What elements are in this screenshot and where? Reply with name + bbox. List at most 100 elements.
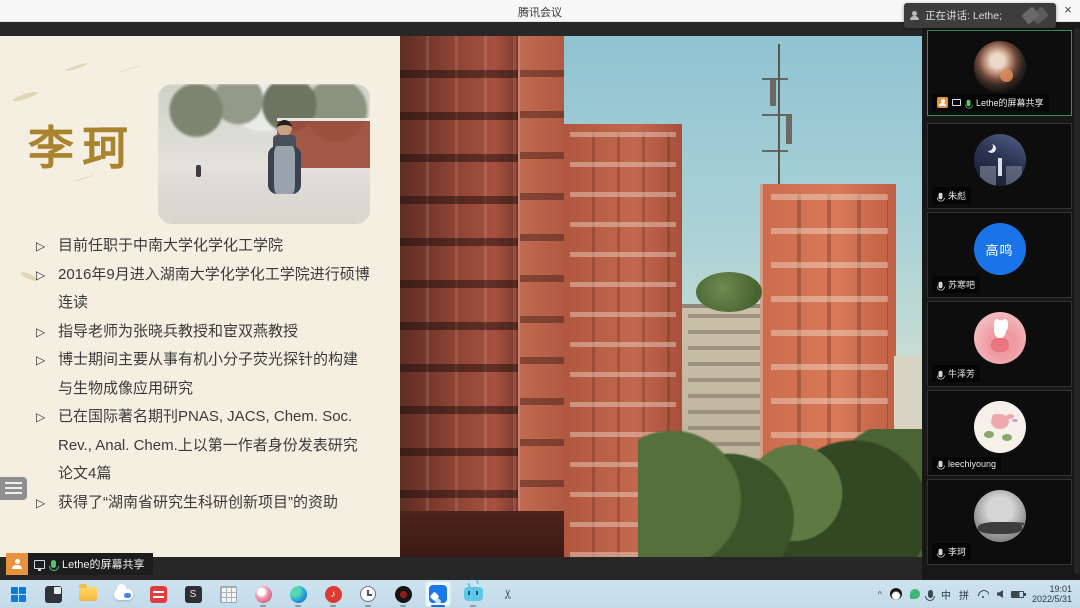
list-item: ▷ 博士期间主要从事有机小分子荧光探针的构建与生物成像应用研究 xyxy=(36,346,372,403)
microphone-tray-icon[interactable] xyxy=(928,590,933,598)
microphone-icon xyxy=(967,99,971,105)
photo-building xyxy=(400,36,518,557)
share-label-text: Lethe的屏幕共享 xyxy=(62,556,145,572)
microphone-icon xyxy=(51,560,56,568)
participant-name: 苏寒吧 xyxy=(948,278,975,291)
snipping-tool-icon[interactable]: ✂ xyxy=(495,581,521,607)
bullet-text: 目前任职于中南大学化学化工学院 xyxy=(58,232,372,261)
speaking-banner: 正在讲话: Lethe; xyxy=(904,3,1056,28)
screen-recorder-icon[interactable] xyxy=(390,581,416,607)
share-label-body: Lethe的屏幕共享 xyxy=(28,553,153,575)
bullet-marker: ▷ xyxy=(36,403,58,489)
slide-menu-icon[interactable] xyxy=(0,477,27,500)
cloud-drive-icon[interactable] xyxy=(110,581,136,607)
clock-widget-icon[interactable] xyxy=(355,581,381,607)
pink-circle-app-icon[interactable] xyxy=(250,581,276,607)
participant-name-tag: 朱彪 xyxy=(932,187,971,204)
speaking-text: 正在讲话: Lethe; xyxy=(925,8,1002,23)
bullet-text: 2016年9月进入湖南大学化学化工学院进行硕博连读 xyxy=(58,261,372,318)
avatar xyxy=(974,490,1026,542)
meeting-logo-icon xyxy=(1024,9,1050,23)
ime-indicator[interactable]: 拼 xyxy=(959,587,969,602)
bullet-marker: ▷ xyxy=(36,489,58,518)
participant-name: 牛泽芳 xyxy=(948,367,975,380)
campus-photo xyxy=(400,36,922,557)
slide-title: 李珂 xyxy=(28,112,136,178)
slide-decoration xyxy=(12,90,38,103)
avatar xyxy=(974,41,1026,93)
photo-foreground xyxy=(400,511,564,557)
speaker-icon xyxy=(910,11,919,20)
microphone-icon xyxy=(939,461,943,467)
screen-icon xyxy=(952,99,961,106)
list-item: ▷ 目前任职于中南大学化学化工学院 xyxy=(36,232,372,261)
screen-share-label: Lethe的屏幕共享 xyxy=(6,553,153,575)
photo-tree xyxy=(696,272,762,312)
grid-app-icon[interactable] xyxy=(215,581,241,607)
bullet-text: 指导老师为张晓兵教授和宦双燕教授 xyxy=(58,318,372,347)
list-item: ▷ 2016年9月进入湖南大学化学化工学院进行硕博连读 xyxy=(36,261,372,318)
avatar-initials: 高鸣 xyxy=(985,240,1013,259)
bullet-marker: ▷ xyxy=(36,346,58,403)
microphone-icon xyxy=(939,192,943,198)
participant-tile[interactable]: Lethe的屏幕共享 xyxy=(927,30,1072,116)
tencent-meeting-icon[interactable] xyxy=(425,581,451,607)
participants-sidebar: Lethe的屏幕共享 朱彪 高鸣 苏寒吧 牛泽芳 xyxy=(922,22,1080,580)
red-notes-app-icon[interactable] xyxy=(145,581,171,607)
avatar: 高鸣 xyxy=(974,223,1026,275)
participant-name-tag: 牛泽芳 xyxy=(932,365,980,382)
bullet-list: ▷ 目前任职于中南大学化学化工学院 ▷ 2016年9月进入湖南大学化学化工学院进… xyxy=(36,232,372,517)
tray-time: 19:01 xyxy=(1032,584,1072,594)
photo-walker xyxy=(196,165,201,177)
participant-name-tag: 苏寒吧 xyxy=(932,276,980,293)
participant-tile[interactable]: 牛泽芳 xyxy=(927,301,1072,387)
presenter-badge xyxy=(6,553,28,575)
netease-music-icon[interactable]: ♪ xyxy=(320,581,346,607)
system-tray: ^ 中 拼 19:01 2022/5/31 xyxy=(878,584,1080,605)
taskbar-clock[interactable]: 19:01 2022/5/31 xyxy=(1032,584,1072,605)
sidebar-scrollbar[interactable] xyxy=(1074,28,1080,574)
input-language-indicator[interactable]: 中 xyxy=(941,587,951,602)
volume-icon[interactable] xyxy=(997,590,1003,598)
windows-start-icon[interactable] xyxy=(5,581,31,607)
qq-tray-icon[interactable] xyxy=(890,588,902,600)
battery-icon[interactable] xyxy=(1011,591,1024,598)
person-icon xyxy=(12,559,22,569)
participant-tile[interactable]: 高鸣 苏寒吧 xyxy=(927,212,1072,298)
shared-screen-area: 李珂 ▷ 目前任职于中南大学化学化工学院 ▷ 2016年9月进入湖南大学化学化工… xyxy=(0,22,922,580)
tencent-meeting-window: 腾讯会议 × 正在讲话: Lethe; 李珂 ▷ xyxy=(0,0,1080,608)
list-item: ▷ 已在国际著名期刊PNAS, JACS, Chem. Soc. Rev., A… xyxy=(36,403,372,489)
bilibili-icon[interactable] xyxy=(460,581,486,607)
photo-trees xyxy=(638,429,922,557)
wifi-icon[interactable] xyxy=(977,590,989,599)
tray-date: 2022/5/31 xyxy=(1032,594,1072,604)
portrait-photo xyxy=(158,84,370,224)
avatar xyxy=(974,312,1026,364)
participant-name: 李珂 xyxy=(948,545,966,558)
taskbar-apps: S ♪ ✂ xyxy=(0,581,521,607)
participant-name-tag: leechiyoung xyxy=(932,457,1001,471)
participant-tile[interactable]: 朱彪 xyxy=(927,123,1072,209)
microphone-icon xyxy=(939,548,943,554)
edge-browser-icon[interactable] xyxy=(285,581,311,607)
wechat-tray-icon[interactable] xyxy=(910,589,920,599)
bullet-marker: ▷ xyxy=(36,261,58,318)
participant-name: 朱彪 xyxy=(948,189,966,202)
participant-name: Lethe的屏幕共享 xyxy=(976,96,1044,109)
photo-person xyxy=(262,120,306,220)
presentation-slide: 李珂 ▷ 目前任职于中南大学化学化工学院 ▷ 2016年9月进入湖南大学化学化工… xyxy=(0,36,922,557)
participant-name: leechiyoung xyxy=(948,459,996,469)
bullet-text: 获得了“湖南省研究生科研创新项目”的资助 xyxy=(58,489,372,518)
close-icon[interactable]: × xyxy=(1056,0,1080,22)
participant-tile[interactable]: 李珂 xyxy=(927,479,1072,565)
participant-tile[interactable]: leechiyoung xyxy=(927,390,1072,476)
microphone-icon xyxy=(939,370,943,376)
screen-icon xyxy=(34,560,45,569)
task-view-icon[interactable] xyxy=(40,581,66,607)
presenter-badge xyxy=(937,97,948,108)
tray-expand-icon[interactable]: ^ xyxy=(878,590,882,598)
file-explorer-icon[interactable] xyxy=(75,581,101,607)
s-app-icon[interactable]: S xyxy=(180,581,206,607)
list-item: ▷ 指导老师为张晓兵教授和宦双燕教授 xyxy=(36,318,372,347)
participant-name-tag: 李珂 xyxy=(932,543,971,560)
